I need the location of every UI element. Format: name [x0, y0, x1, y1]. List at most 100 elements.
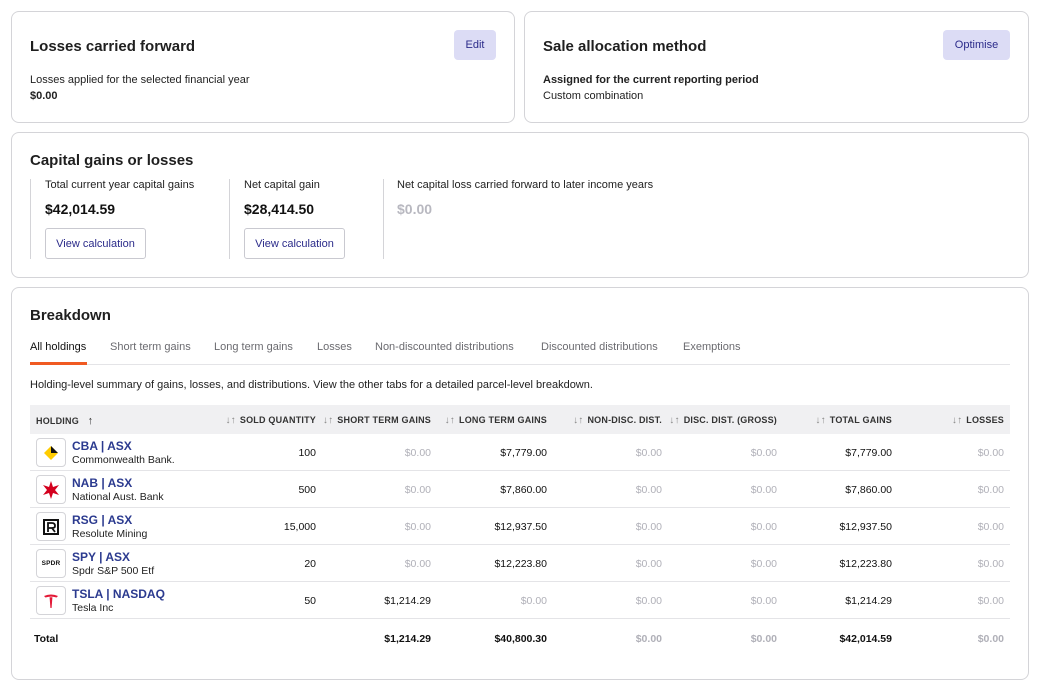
- long-term-gains: $7,860.00: [500, 484, 547, 496]
- sort-icon: ↓↑: [225, 415, 236, 426]
- total-disc-dist: $0.00: [750, 633, 777, 645]
- capital-gains-title: Capital gains or losses: [30, 152, 194, 169]
- tab-all-holdings[interactable]: All holdings: [30, 341, 86, 353]
- non-disc-dist: $0.00: [635, 484, 662, 496]
- column-header-long-term-gains[interactable]: ↓↑ LONG TERM GAINS: [445, 415, 547, 426]
- losses: $0.00: [977, 447, 1004, 459]
- column-header-label: DISC. DIST. (GROSS): [683, 415, 777, 425]
- table-row[interactable]: SPDR SPY | ASX Spdr S&P 500 Etf 20 $0.00…: [30, 545, 1010, 582]
- breakdown-title: Breakdown: [30, 307, 111, 324]
- table-row[interactable]: RSG | ASX Resolute Mining 15,000 $0.00 $…: [30, 508, 1010, 545]
- column-header-label: TOTAL GAINS: [829, 415, 892, 425]
- total-gains-label: Total current year capital gains: [45, 179, 195, 191]
- losses: $0.00: [977, 484, 1004, 496]
- tab-losses[interactable]: Losses: [317, 341, 352, 353]
- holding-name: National Aust. Bank: [72, 491, 164, 503]
- total-gains-section: Total current year capital gains $42,014…: [45, 179, 225, 259]
- non-disc-dist: $0.00: [635, 447, 662, 459]
- column-header-disc-dist-gross[interactable]: ↓↑ DISC. DIST. (GROSS): [669, 415, 777, 426]
- disc-dist: $0.00: [750, 595, 777, 607]
- non-disc-dist: $0.00: [635, 595, 662, 607]
- tab-long-term-gains[interactable]: Long term gains: [214, 341, 293, 353]
- allocation-value: Custom combination: [543, 90, 644, 102]
- holding-name: Tesla Inc: [72, 602, 114, 614]
- column-header-label: SHORT TERM GAINS: [337, 415, 431, 425]
- view-calculation-total-button[interactable]: View calculation: [45, 228, 146, 259]
- column-header-losses[interactable]: ↓↑ LOSSES: [952, 415, 1004, 426]
- disc-dist: $0.00: [750, 558, 777, 570]
- sort-icon: ↓↑: [444, 415, 455, 426]
- disc-dist: $0.00: [750, 521, 777, 533]
- short-term-gains: $0.00: [404, 558, 431, 570]
- holding-ticker-link[interactable]: TSLA | NASDAQ: [72, 587, 165, 601]
- short-term-gains: $0.00: [404, 484, 431, 496]
- holding-ticker-link[interactable]: RSG | ASX: [72, 513, 132, 527]
- column-header-sold-quantity[interactable]: ↓↑ SOLD QUANTITY: [225, 415, 316, 426]
- spdr-logo-text: SPDR: [41, 560, 61, 567]
- long-term-gains: $12,937.50: [494, 521, 547, 533]
- long-term-gains: $12,223.80: [494, 558, 547, 570]
- carried-forward-section: Net capital loss carried forward to late…: [397, 179, 697, 259]
- carried-forward-value: $0.00: [397, 201, 433, 217]
- tab-exemptions[interactable]: Exemptions: [683, 341, 740, 353]
- holding-name: Spdr S&P 500 Etf: [72, 565, 155, 577]
- holding-ticker-link[interactable]: NAB | ASX: [72, 476, 132, 490]
- column-header-holding[interactable]: HOLDING ↑: [36, 415, 93, 427]
- tab-discounted-distributions[interactable]: Discounted distributions: [541, 341, 658, 353]
- losses-value: $0.00: [30, 90, 58, 102]
- table-total-row: Total $1,214.29 $40,800.30 $0.00 $0.00 $…: [30, 620, 1010, 657]
- total-gains: $7,779.00: [845, 447, 892, 459]
- holding-ticker-link[interactable]: SPY | ASX: [72, 550, 130, 564]
- total-losses: $0.00: [977, 633, 1004, 645]
- table-row[interactable]: TSLA | NASDAQ Tesla Inc 50 $1,214.29 $0.…: [30, 582, 1010, 619]
- long-term-gains: $7,779.00: [500, 447, 547, 459]
- carried-forward-label: Net capital loss carried forward to late…: [397, 179, 654, 191]
- sort-icon: ↓↑: [951, 415, 963, 426]
- column-header-label: HOLDING: [36, 416, 79, 426]
- nab-logo-icon: [36, 475, 66, 504]
- tab-non-discounted-distributions[interactable]: Non-discounted distributions: [375, 341, 514, 353]
- holding-name: Resolute Mining: [72, 528, 148, 540]
- tab-short-term-gains[interactable]: Short term gains: [110, 341, 191, 353]
- sold-quantity: 50: [304, 595, 316, 607]
- losses-card-title: Losses carried forward: [30, 38, 196, 55]
- total-gains: $12,223.80: [839, 558, 892, 570]
- losses: $0.00: [977, 595, 1004, 607]
- holding-ticker-link[interactable]: CBA | ASX: [72, 439, 132, 453]
- sort-icon: ↓↑: [669, 415, 680, 426]
- column-header-label: LOSSES: [966, 415, 1004, 425]
- divider: [229, 179, 230, 259]
- column-header-total-gains[interactable]: ↓↑ TOTAL GAINS: [815, 415, 892, 426]
- breakdown-description: Holding-level summary of gains, losses, …: [30, 379, 593, 391]
- total-total-gains: $42,014.59: [839, 633, 892, 645]
- total-gains: $1,214.29: [845, 595, 892, 607]
- losses: $0.00: [977, 558, 1004, 570]
- allocation-label: Assigned for the current reporting perio…: [543, 74, 759, 86]
- sort-ascending-icon: ↑: [87, 415, 94, 427]
- sold-quantity: 100: [298, 447, 316, 459]
- non-disc-dist: $0.00: [635, 521, 662, 533]
- total-gains-value: $42,014.59: [45, 201, 116, 217]
- sold-quantity: 20: [304, 558, 316, 570]
- table-row[interactable]: NAB | ASX National Aust. Bank 500 $0.00 …: [30, 471, 1010, 508]
- losses-label: Losses applied for the selected financia…: [30, 74, 250, 86]
- edit-button[interactable]: Edit: [454, 30, 496, 60]
- table-row[interactable]: CBA | ASX Commonwealth Bank. 100 $0.00 $…: [30, 434, 1010, 471]
- net-gain-value: $28,414.50: [244, 201, 315, 217]
- total-gains: $12,937.50: [839, 521, 892, 533]
- sale-allocation-card: Sale allocation method Optimise Assigned…: [524, 11, 1029, 123]
- column-header-non-disc-dist[interactable]: ↓↑ NON-DISC. DIST.: [573, 415, 662, 426]
- total-gains: $7,860.00: [845, 484, 892, 496]
- column-header-short-term-gains[interactable]: ↓↑ SHORT TERM GAINS: [323, 415, 431, 426]
- total-short-term-gains: $1,214.29: [384, 633, 431, 645]
- breakdown-tabs: All holdings Short term gains Long term …: [30, 338, 1010, 365]
- column-header-label: LONG TERM GAINS: [459, 415, 547, 425]
- divider: [383, 179, 384, 259]
- sort-icon: ↓↑: [322, 415, 334, 426]
- losses: $0.00: [977, 521, 1004, 533]
- total-label: Total: [34, 633, 59, 645]
- view-calculation-net-button[interactable]: View calculation: [244, 228, 345, 259]
- optimise-button[interactable]: Optimise: [943, 30, 1010, 60]
- sold-quantity: 15,000: [283, 521, 316, 533]
- short-term-gains: $0.00: [404, 447, 431, 459]
